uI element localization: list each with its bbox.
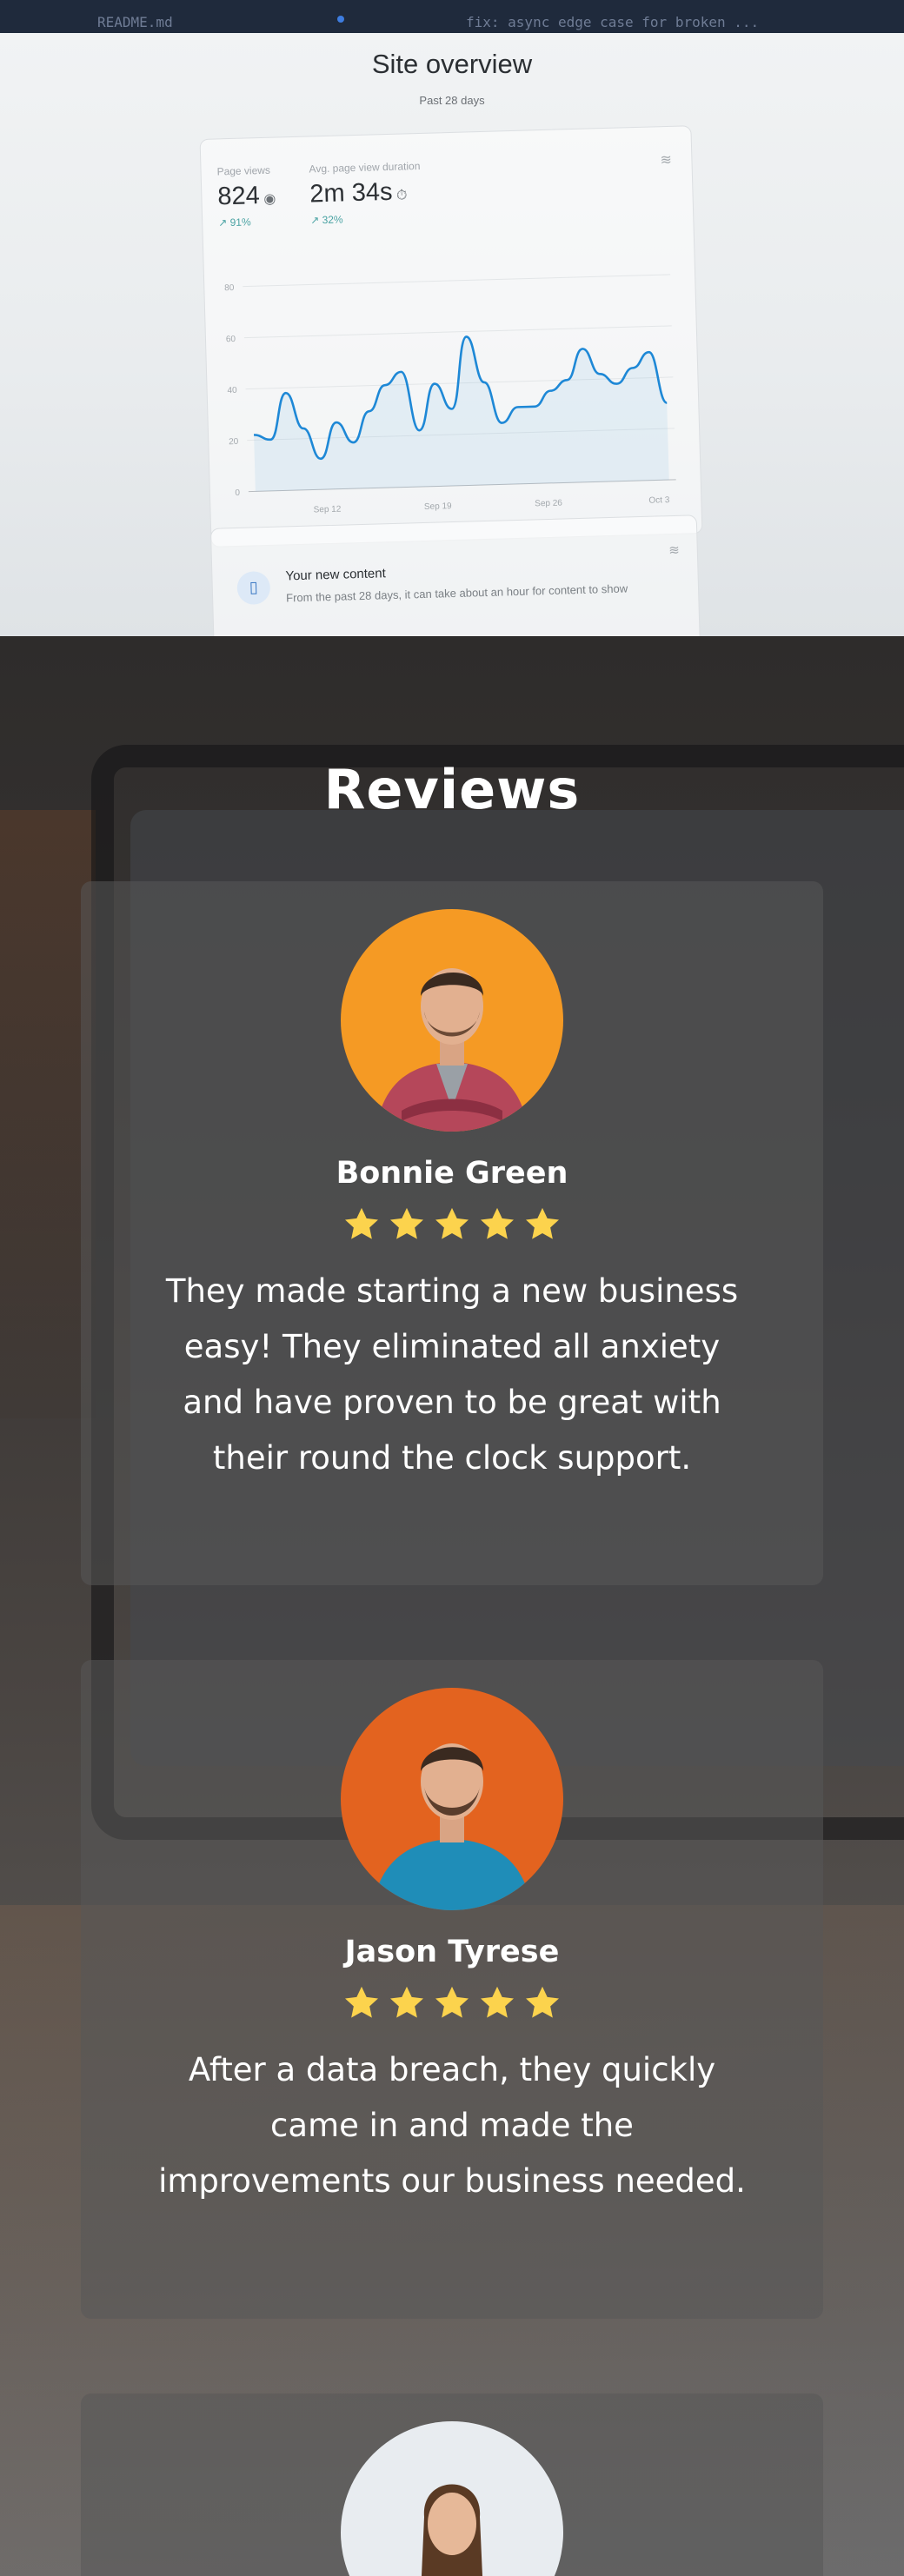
- y-tick-label: 80: [224, 283, 235, 293]
- page-views-metric: Page views 824 ◉ ↗ 91%: [216, 164, 276, 229]
- x-tick-label: Sep 19: [424, 501, 452, 512]
- reviews-section: Reviews Bonnie Green They made starting …: [0, 636, 904, 2576]
- dashboard-subtitle: Past 28 days: [419, 94, 485, 107]
- avatar: [341, 2421, 563, 2576]
- top-code-strip: README.md fix: async edge case for broke…: [0, 0, 904, 33]
- x-tick-label: Sep 26: [535, 498, 562, 508]
- y-tick-label: 60: [226, 335, 236, 344]
- overview-card: Page views 824 ◉ ↗ 91% Avg. page view du…: [199, 125, 703, 548]
- star-icon: [345, 1207, 378, 1239]
- reviewer-name: Jason Tyrese: [344, 1935, 560, 1969]
- layers-icon: ≋: [660, 150, 673, 169]
- reviews-heading: Reviews: [323, 758, 581, 821]
- x-tick-label: Oct 3: [648, 495, 670, 506]
- hero-dashboard-image: Site overview Past 28 days Page views 82…: [0, 33, 904, 636]
- metric-value: 824: [216, 182, 261, 211]
- star-rating: [81, 1985, 823, 2025]
- dashboard-title: Site overview: [371, 49, 533, 79]
- avg-duration-metric: Avg. page view duration 2m 34s ⏱ ↗ 32%: [309, 160, 422, 227]
- star-icon: [345, 1986, 378, 2018]
- star-icon: [481, 1986, 514, 2018]
- document-icon: ▯: [236, 570, 271, 606]
- review-text: After a data breach, they quickly came i…: [158, 2051, 746, 2200]
- avatar: [341, 1688, 563, 1910]
- gridline: [243, 274, 671, 288]
- x-tick-label: Sep 12: [314, 505, 342, 515]
- star-icon: [435, 1207, 469, 1239]
- star-icon: [435, 1986, 469, 2018]
- content-card-text: From the past 28 days, it can take about…: [285, 581, 628, 605]
- star-icon: [390, 1986, 423, 2018]
- reviewer-name: Bonnie Green: [336, 1156, 568, 1191]
- trend-up-icon: ↗: [218, 216, 230, 229]
- avatar: [341, 909, 563, 1132]
- metric-value: 2m 34s: [309, 177, 393, 209]
- strip-commit-message: fix: async edge case for broken ...: [466, 14, 760, 30]
- star-rating: [81, 1206, 823, 1246]
- strip-filename: README.md: [97, 14, 173, 30]
- y-tick-label: 40: [227, 386, 237, 395]
- gridline: [243, 325, 672, 339]
- eye-icon: ◉: [259, 191, 276, 208]
- star-icon: [526, 1986, 559, 2018]
- content-card-title: Your new content: [285, 566, 387, 584]
- metric-change: 32%: [322, 213, 343, 227]
- star-icon: [481, 1207, 514, 1239]
- review-text: They made starting a new business easy! …: [165, 1272, 739, 1477]
- layers-icon: ≋: [668, 541, 681, 559]
- commit-dot-icon: [337, 16, 344, 23]
- y-tick-label: 20: [229, 437, 239, 447]
- review-card: Jason Tyrese After a data breach, they q…: [81, 1660, 823, 2319]
- new-content-card: ▯ Your new content From the past 28 days…: [209, 515, 701, 636]
- review-card: Bonnie Green They made starting a new bu…: [81, 881, 823, 1585]
- y-tick-label: 0: [235, 488, 240, 498]
- person-photo-icon: [341, 909, 563, 1132]
- person-photo-icon: [341, 2421, 563, 2576]
- star-icon: [526, 1207, 559, 1239]
- page-views-line-chart: 0 20 40 60 80 Sep 12 Sep 19 Sep 26 Oct 3: [224, 274, 676, 515]
- star-icon: [390, 1207, 423, 1239]
- metric-change: 91%: [229, 216, 251, 229]
- review-card: [81, 2393, 823, 2576]
- timer-icon: ⏱: [392, 188, 408, 203]
- metric-label: Avg. page view duration: [309, 159, 421, 176]
- person-photo-icon: [341, 1688, 563, 1910]
- metric-label: Page views: [216, 163, 271, 178]
- trend-up-icon: ↗: [310, 214, 322, 227]
